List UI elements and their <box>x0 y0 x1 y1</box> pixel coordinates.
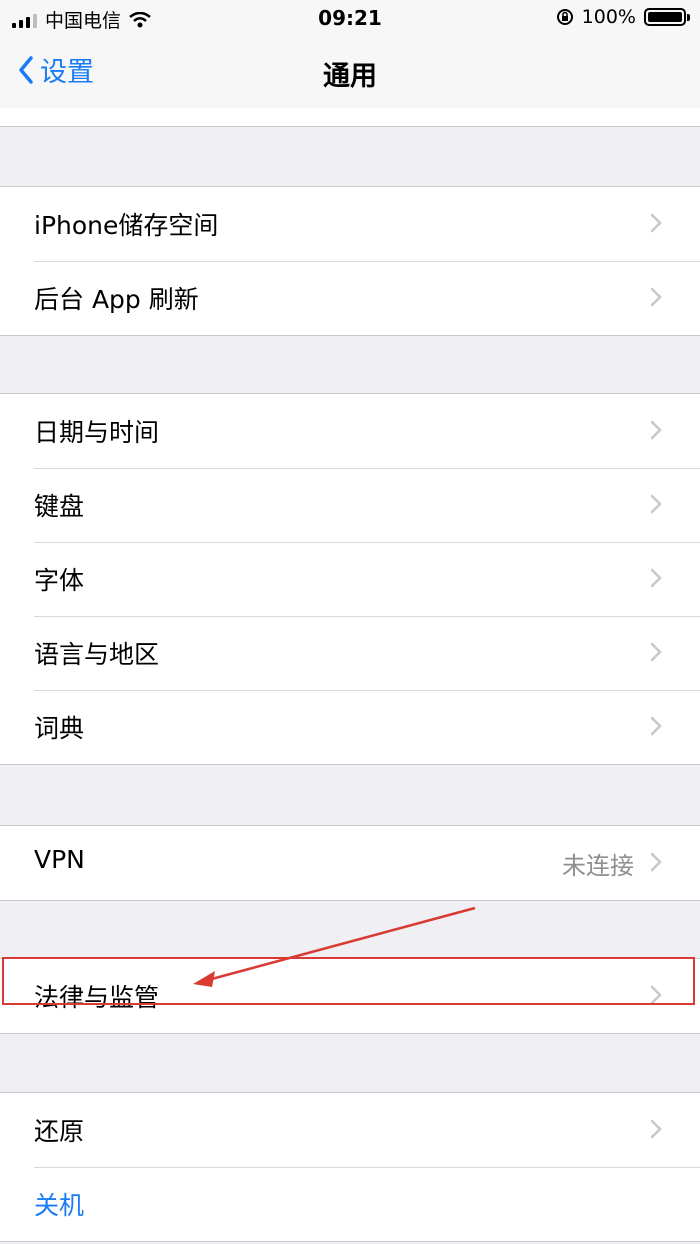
list-group-legal: 法律与监管 <box>0 958 700 1034</box>
status-bar: 中国电信 09:21 100% <box>0 0 700 36</box>
list-group-storage: iPhone储存空间 后台 App 刷新 <box>0 186 700 336</box>
status-right: 100% <box>556 6 690 28</box>
navigation-bar: 设置 通用 <box>0 36 700 109</box>
chevron-right-icon <box>650 287 662 307</box>
vpn-status: 未连接 <box>562 852 634 880</box>
list-item-shutdown[interactable]: 关机 <box>0 1167 700 1241</box>
list-item-keyboard[interactable]: 键盘 <box>0 468 700 542</box>
list-item-language-region[interactable]: 语言与地区 <box>0 616 700 690</box>
page-title: 通用 <box>323 61 377 92</box>
list-group-reset: 还原 关机 <box>0 1092 700 1242</box>
list-item-legal-regulatory[interactable]: 法律与监管 <box>0 959 700 1033</box>
chevron-right-icon <box>650 1119 662 1139</box>
battery-percent: 100% <box>581 6 636 28</box>
chevron-right-icon <box>650 213 662 233</box>
item-label: 还原 <box>34 1117 85 1146</box>
chevron-right-icon <box>650 568 662 588</box>
list-item-background-refresh[interactable]: 后台 App 刷新 <box>0 261 700 335</box>
chevron-right-icon <box>650 420 662 440</box>
chevron-right-icon <box>650 716 662 736</box>
item-label: 词典 <box>34 714 85 743</box>
item-label: 字体 <box>34 566 85 595</box>
chevron-right-icon <box>650 985 662 1005</box>
battery-icon <box>644 8 690 26</box>
item-label: iPhone储存空间 <box>34 211 219 240</box>
chevron-right-icon <box>650 494 662 514</box>
item-label: 语言与地区 <box>34 640 160 669</box>
list-item-reset[interactable]: 还原 <box>0 1093 700 1167</box>
item-label: 键盘 <box>34 492 85 521</box>
chevron-right-icon <box>650 642 662 662</box>
item-label: 后台 App 刷新 <box>34 285 199 314</box>
list-group-locale: 日期与时间 键盘 字体 语言与地区 词典 <box>0 393 700 765</box>
orientation-lock-icon <box>556 9 573 25</box>
item-label: 法律与监管 <box>34 983 160 1012</box>
list-item-fonts[interactable]: 字体 <box>0 542 700 616</box>
chevron-right-icon <box>650 852 662 872</box>
list-item-date-time[interactable]: 日期与时间 <box>0 394 700 468</box>
list-group-vpn: VPN 未连接 <box>0 825 700 901</box>
list-item-iphone-storage[interactable]: iPhone储存空间 <box>0 187 700 261</box>
item-label: VPN <box>34 845 85 874</box>
item-label: 日期与时间 <box>34 418 160 447</box>
list-item-vpn[interactable]: VPN 未连接 <box>0 826 700 900</box>
item-label: 关机 <box>34 1191 85 1220</box>
list-item-dictionary[interactable]: 词典 <box>0 690 700 764</box>
list-group-partial <box>0 108 700 127</box>
